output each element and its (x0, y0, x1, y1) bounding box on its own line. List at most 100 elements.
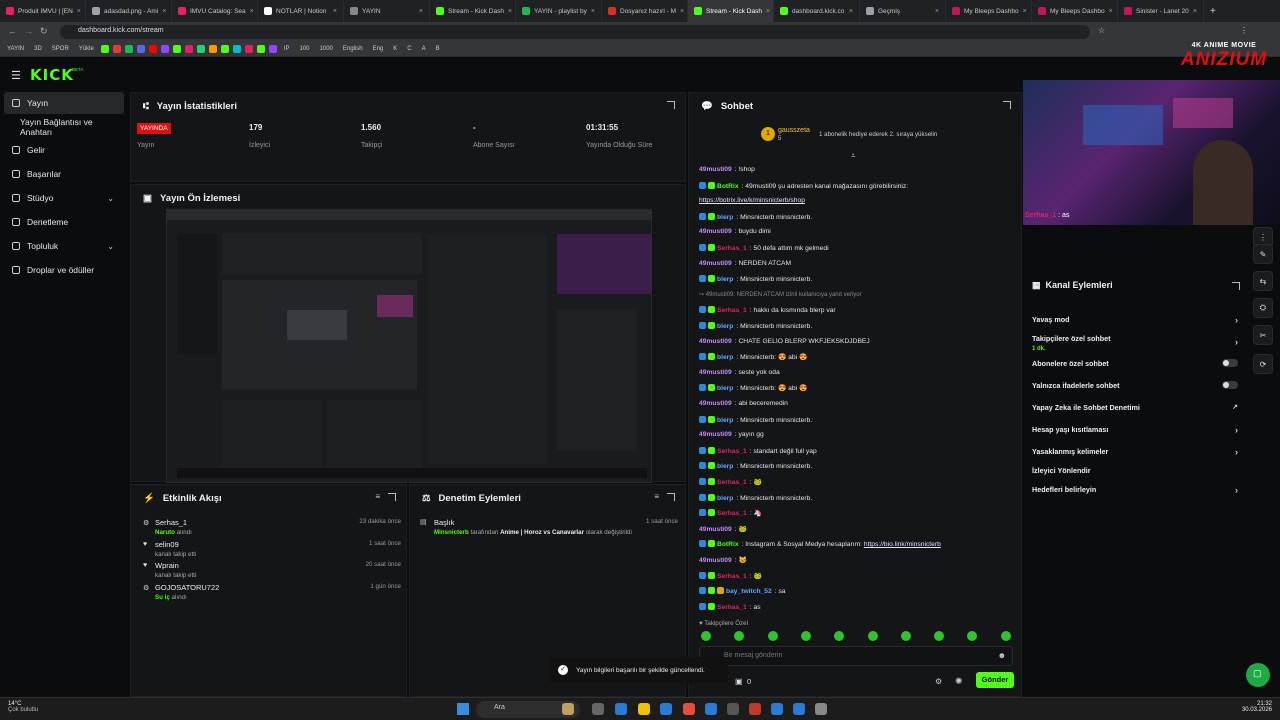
bookmark-icon[interactable] (160, 45, 169, 53)
chat-username[interactable]: BotRix (717, 541, 739, 548)
chat-message[interactable]: 49musti09: 🐱 (699, 556, 1019, 564)
chat-username[interactable]: Serhas_1 (717, 573, 747, 580)
channel-action-row[interactable]: Yasaklanmış kelimeler › (1032, 447, 1238, 457)
emote-icon[interactable] (834, 631, 845, 641)
bookmark-icon[interactable] (196, 45, 205, 53)
chat-username[interactable]: 49musti09 (699, 400, 732, 407)
activity-user[interactable]: Wprain (155, 561, 179, 570)
reload-icon[interactable]: ↻ (40, 26, 48, 37)
tool-icon[interactable]: ✂ (1253, 325, 1273, 345)
sidebar-item[interactable]: Topluluk ⌄ (4, 235, 124, 257)
filter-icon[interactable]: ≡ (375, 492, 380, 501)
config-icon[interactable]: ⛭ (1253, 298, 1273, 318)
bookmark-item[interactable]: 1000 (317, 45, 336, 53)
sidebar-item[interactable]: Denetleme (4, 211, 124, 233)
bookmark-icon[interactable] (220, 45, 229, 53)
chat-link[interactable]: https://botrix.live/k/minsnicterb/shop (699, 197, 805, 204)
edit-icon[interactable]: ✎ (1253, 244, 1273, 264)
close-tab-icon[interactable]: × (849, 8, 853, 15)
emote-icon[interactable] (900, 631, 911, 641)
browser-tab[interactable]: NOTLAR | Notion × (258, 0, 344, 22)
activity-user[interactable]: GOJOSATORU722 (155, 583, 219, 592)
bookmark-icon[interactable] (208, 45, 217, 53)
bookmark-item[interactable]: B (433, 45, 443, 53)
close-tab-icon[interactable]: × (766, 8, 770, 15)
close-tab-icon[interactable]: × (77, 8, 81, 15)
chat-username[interactable]: blerp (717, 495, 733, 502)
browser-tab[interactable]: dashboard.kick.co × (774, 0, 860, 22)
bookmark-icon[interactable] (148, 45, 157, 53)
chat-message[interactable]: blerp: Minsnicterb minsnicterb. (699, 212, 1019, 221)
bookmark-item[interactable]: IP (281, 45, 293, 53)
emote-icon[interactable] (967, 631, 978, 641)
close-tab-icon[interactable]: × (591, 8, 595, 15)
chat-message[interactable]: BotRix: Instagram & Sosyal Medya hesapla… (699, 540, 1019, 548)
chat-username[interactable]: blerp (717, 354, 733, 361)
emote-icon[interactable] (701, 631, 711, 641)
chat-username[interactable]: 49musti09 (699, 260, 732, 267)
chat-message[interactable]: BotRix: 49musti09 şu adresten kanal mağa… (699, 181, 1019, 190)
browser-tab[interactable]: Stream - Kick Dash × (688, 0, 774, 22)
browser-tab[interactable]: Geçmiş × (860, 0, 946, 22)
emote-icon[interactable] (867, 631, 878, 641)
bot-icon[interactable]: ✺ (955, 676, 963, 687)
chat-username[interactable]: blerp (717, 463, 733, 470)
back-icon[interactable]: ← (8, 26, 17, 36)
chat-message[interactable]: Serhas_1: hakkı da kısmında blerp var (699, 306, 1019, 314)
channel-action-row[interactable]: Hedefleri belirleyin › (1032, 485, 1238, 495)
chat-message[interactable]: 49musti09: !shop (699, 166, 1019, 173)
new-tab-icon[interactable]: + (1210, 6, 1216, 17)
chat-message[interactable]: blerp: Minsnicterb minsnicterb. (699, 462, 1019, 470)
send-button[interactable]: Gönder (976, 672, 1014, 688)
task-view-icon[interactable] (592, 703, 604, 715)
star-icon[interactable]: ☆ (1098, 26, 1105, 35)
chat-message[interactable]: 49musti09: abi beceremedin (699, 400, 1019, 407)
news-icon[interactable] (562, 703, 574, 715)
chat-username[interactable]: Serhas_1 (717, 245, 747, 252)
bookmark-item[interactable]: A (419, 45, 429, 53)
bookmark-item[interactable]: English (340, 45, 366, 53)
chat-username[interactable]: blerp (717, 276, 733, 283)
expand-icon[interactable] (388, 493, 396, 501)
chat-username[interactable]: Serhas_1 (717, 448, 747, 455)
chat-username[interactable]: blerp (717, 214, 733, 221)
forward-icon[interactable]: → (24, 26, 33, 36)
channel-action-row[interactable]: Hesap yaşı kısıtlaması › (1032, 425, 1238, 435)
refresh-icon[interactable]: ⟳ (1253, 354, 1273, 374)
preview-video[interactable] (166, 209, 652, 483)
browser-tab[interactable]: YAYIN - playlist by × (516, 0, 602, 22)
close-tab-icon[interactable]: × (508, 8, 512, 15)
bookmark-icon[interactable] (244, 45, 253, 53)
chat-username[interactable]: blerp (717, 385, 733, 392)
chat-message[interactable]: Serhas_1: as (699, 602, 1019, 611)
chat-input[interactable]: Bir mesaj gönderin ☻ (699, 646, 1013, 666)
chat-username[interactable]: blerp (717, 323, 733, 330)
menu-dots-icon[interactable]: ⋮ (1240, 26, 1248, 35)
collapse-icon[interactable]: ⩡ (851, 151, 856, 161)
support-chat-button[interactable]: ▢ (1246, 663, 1270, 687)
sidebar-item[interactable]: Stüdyo ⌄ (4, 187, 124, 209)
toggle-switch[interactable] (1222, 359, 1238, 367)
weather-widget[interactable]: 14°C Çok bulutlu (8, 701, 38, 713)
chat-message[interactable]: bay_twitch_52: sa (699, 587, 1019, 595)
emote-icon[interactable] (934, 631, 945, 641)
browser-tab[interactable]: adasdad.png - Ami × (86, 0, 172, 22)
close-tab-icon[interactable]: × (1109, 8, 1113, 15)
chat-link[interactable]: https://bio.link/minsnicterb (864, 541, 941, 548)
chat-message[interactable]: Serhas_1: 🦄 (699, 509, 1019, 517)
bookmark-item[interactable]: YAYIN (4, 45, 27, 53)
chat-message[interactable]: https://botrix.live/k/minsnicterb/shop (699, 197, 1019, 204)
swap-icon[interactable]: ⇆ (1253, 271, 1273, 291)
bookmark-item[interactable]: K (390, 45, 400, 53)
expand-icon[interactable] (667, 493, 675, 501)
emote-icon[interactable] (800, 631, 811, 641)
browser-tab[interactable]: YAYIN × (344, 0, 430, 22)
emoji-icon[interactable]: ☻ (998, 651, 1006, 660)
chat-message[interactable]: blerp: Minsnicterb: 😍 abi 😍 (699, 384, 1019, 392)
chat-username[interactable]: Serhas_1 (717, 307, 747, 314)
bookmark-icon[interactable] (136, 45, 145, 53)
close-tab-icon[interactable]: × (935, 8, 939, 15)
bookmark-item[interactable]: 3D (31, 45, 45, 53)
bookmark-item[interactable]: C (404, 45, 414, 53)
activity-user[interactable]: Serhas_1 (155, 518, 187, 527)
